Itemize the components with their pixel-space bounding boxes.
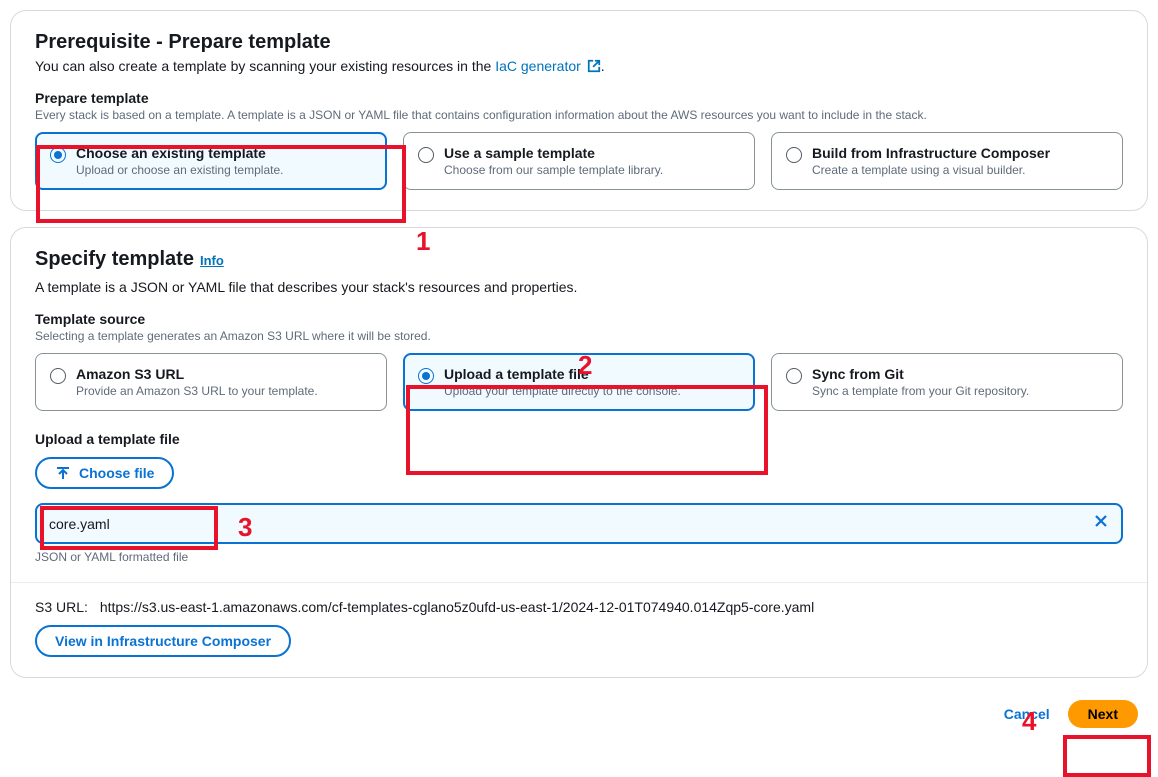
radio-icon [786,368,802,384]
option-upload-file[interactable]: Upload a template file Upload your templ… [403,353,755,411]
radio-icon [418,368,434,384]
prepare-template-label: Prepare template [35,90,1123,106]
info-link[interactable]: Info [200,253,224,268]
file-input[interactable]: core.yaml [35,503,1123,544]
cancel-button[interactable]: Cancel [1004,706,1050,722]
radio-icon [50,368,66,384]
file-name: core.yaml [49,516,110,532]
s3-url-label: S3 URL: [35,599,88,615]
specify-title: Specify template [35,248,194,271]
template-source-label: Template source [35,311,1123,327]
option-desc: Provide an Amazon S3 URL to your templat… [76,384,318,398]
radio-icon [418,147,434,163]
subtitle-text: You can also create a template by scanni… [35,58,495,74]
template-source-help: Selecting a template generates an Amazon… [35,329,1123,343]
option-sample-template[interactable]: Use a sample template Choose from our sa… [403,132,755,190]
prepare-template-help: Every stack is based on a template. A te… [35,108,1123,122]
specify-template-panel: Specify template Info A template is a JS… [10,227,1148,678]
choose-file-button[interactable]: Choose file [35,457,174,489]
option-s3-url[interactable]: Amazon S3 URL Provide an Amazon S3 URL t… [35,353,387,411]
external-link-icon [587,59,601,73]
option-sync-git[interactable]: Sync from Git Sync a template from your … [771,353,1123,411]
divider [11,582,1147,583]
upload-label: Upload a template file [35,431,1123,447]
option-infra-composer[interactable]: Build from Infrastructure Composer Creat… [771,132,1123,190]
action-row: Cancel Next [10,694,1148,734]
option-title: Amazon S3 URL [76,366,318,382]
upload-icon [55,465,71,481]
choose-file-label: Choose file [79,465,154,481]
template-source-options: Amazon S3 URL Provide an Amazon S3 URL t… [35,353,1123,411]
close-icon [1093,513,1109,529]
option-title: Choose an existing template [76,145,283,161]
option-title: Upload a template file [444,366,681,382]
iac-generator-link[interactable]: IaC generator [495,58,601,74]
option-desc: Choose from our sample template library. [444,163,663,177]
prerequisite-title: Prerequisite - Prepare template [35,31,1123,54]
next-button[interactable]: Next [1068,700,1138,728]
s3-url-value: https://s3.us-east-1.amazonaws.com/cf-te… [100,599,814,615]
view-composer-button[interactable]: View in Infrastructure Composer [35,625,291,657]
option-title: Use a sample template [444,145,663,161]
radio-icon [50,147,66,163]
prerequisite-subtitle: You can also create a template by scanni… [35,58,1123,74]
file-hint: JSON or YAML formatted file [35,550,1123,564]
option-title: Build from Infrastructure Composer [812,145,1050,161]
annotation-box-4 [1063,735,1151,777]
option-choose-existing[interactable]: Choose an existing template Upload or ch… [35,132,387,190]
option-desc: Upload your template directly to the con… [444,384,681,398]
prerequisite-panel: Prerequisite - Prepare template You can … [10,10,1148,211]
option-desc: Upload or choose an existing template. [76,163,283,177]
prepare-template-options: Choose an existing template Upload or ch… [35,132,1123,190]
s3-url-row: S3 URL: https://s3.us-east-1.amazonaws.c… [35,599,1123,615]
option-desc: Create a template using a visual builder… [812,163,1050,177]
radio-icon [786,147,802,163]
subtitle-suffix: . [601,58,605,74]
option-title: Sync from Git [812,366,1029,382]
option-desc: Sync a template from your Git repository… [812,384,1029,398]
specify-subtitle: A template is a JSON or YAML file that d… [35,279,1123,295]
page-root: { "prereq": { "title": "Prerequisite - P… [10,10,1148,734]
clear-file-button[interactable] [1093,513,1109,534]
